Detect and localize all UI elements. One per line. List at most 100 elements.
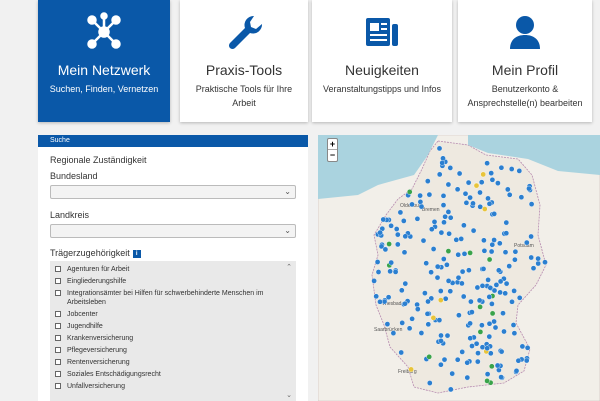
map-marker[interactable] bbox=[467, 194, 473, 201]
map-marker[interactable] bbox=[374, 259, 381, 265]
map-marker[interactable] bbox=[439, 160, 445, 166]
map-marker[interactable] bbox=[409, 315, 415, 322]
map-marker[interactable] bbox=[516, 294, 523, 301]
map-marker[interactable] bbox=[495, 180, 501, 186]
map-marker[interactable] bbox=[503, 230, 510, 236]
map-marker[interactable] bbox=[428, 269, 434, 275]
map-marker[interactable] bbox=[476, 297, 483, 304]
map-marker[interactable] bbox=[535, 255, 541, 262]
checkbox[interactable] bbox=[55, 290, 61, 296]
map-marker[interactable] bbox=[455, 251, 461, 258]
landkreis-select[interactable]: ⌄ bbox=[50, 224, 296, 238]
map-marker[interactable] bbox=[426, 191, 433, 198]
traeger-option[interactable]: Unfallversicherung bbox=[50, 382, 296, 391]
map-marker[interactable] bbox=[440, 155, 446, 162]
map-marker[interactable] bbox=[498, 164, 505, 171]
map-marker[interactable] bbox=[397, 209, 404, 216]
traeger-option[interactable]: Agenturen für Arbeit bbox=[50, 265, 296, 274]
map-marker[interactable] bbox=[464, 359, 470, 366]
map-marker[interactable] bbox=[513, 367, 520, 374]
tile-praxis-tools[interactable]: Praxis-Tools Praktische Tools für Ihre A… bbox=[180, 0, 308, 122]
map-marker[interactable] bbox=[434, 274, 441, 281]
map-marker[interactable] bbox=[510, 322, 517, 328]
map-marker[interactable] bbox=[502, 249, 509, 255]
map-marker[interactable] bbox=[380, 216, 387, 223]
map-marker[interactable] bbox=[445, 209, 452, 215]
map-marker[interactable] bbox=[388, 223, 394, 229]
map-marker[interactable] bbox=[425, 178, 431, 184]
tile-mein-profil[interactable]: Mein Profil Benutzerkonto & Ansprechstel… bbox=[458, 0, 592, 122]
map-marker[interactable] bbox=[498, 374, 504, 380]
map-marker[interactable] bbox=[528, 233, 534, 240]
map-marker[interactable] bbox=[424, 310, 431, 317]
map-marker[interactable] bbox=[418, 330, 425, 336]
map-marker[interactable] bbox=[473, 182, 480, 189]
map-marker[interactable] bbox=[438, 229, 445, 236]
map-marker[interactable] bbox=[422, 290, 428, 296]
map-marker[interactable] bbox=[511, 330, 518, 336]
map-marker[interactable] bbox=[497, 289, 503, 296]
map-marker[interactable] bbox=[512, 256, 518, 263]
map-marker[interactable] bbox=[486, 333, 493, 340]
map-marker[interactable] bbox=[453, 237, 460, 243]
traeger-option[interactable]: Soziales Entschädigungsrecht bbox=[50, 370, 296, 379]
map-marker[interactable] bbox=[477, 329, 484, 335]
map-marker[interactable] bbox=[473, 340, 480, 347]
map-marker[interactable] bbox=[485, 277, 491, 283]
checkbox[interactable] bbox=[55, 371, 61, 377]
map-marker[interactable] bbox=[423, 260, 429, 266]
map-marker[interactable] bbox=[449, 370, 455, 377]
map-marker[interactable] bbox=[495, 267, 502, 274]
map-marker[interactable] bbox=[441, 256, 447, 262]
map-marker[interactable] bbox=[440, 193, 447, 199]
map-view[interactable]: Oldenburg Bremen Potsdam Wiesbaden Saarb… bbox=[318, 135, 600, 401]
map-marker[interactable] bbox=[390, 330, 397, 336]
map-marker[interactable] bbox=[503, 280, 510, 287]
map-marker[interactable] bbox=[462, 190, 469, 197]
traeger-option[interactable]: Jugendhilfe bbox=[50, 322, 296, 331]
map-marker[interactable] bbox=[480, 266, 487, 272]
map-marker[interactable] bbox=[456, 170, 463, 177]
map-marker[interactable] bbox=[528, 254, 534, 261]
traeger-option[interactable]: Jobcenter bbox=[50, 310, 296, 319]
map-marker[interactable] bbox=[491, 287, 498, 294]
map-marker[interactable] bbox=[371, 278, 377, 284]
map-marker[interactable] bbox=[500, 310, 506, 316]
map-marker[interactable] bbox=[401, 218, 407, 224]
map-marker[interactable] bbox=[461, 222, 467, 229]
traeger-option[interactable]: Krankenversicherung bbox=[50, 334, 296, 343]
map-marker[interactable] bbox=[467, 250, 473, 256]
map-marker[interactable] bbox=[387, 268, 393, 275]
map-marker[interactable] bbox=[488, 363, 495, 370]
map-marker[interactable] bbox=[442, 213, 448, 220]
map-marker[interactable] bbox=[468, 298, 474, 305]
checkbox[interactable] bbox=[55, 359, 61, 365]
map-marker[interactable] bbox=[399, 287, 405, 294]
map-marker[interactable] bbox=[454, 186, 461, 193]
map-marker[interactable] bbox=[447, 288, 454, 294]
scroll-down-icon[interactable]: ⌄ bbox=[286, 391, 292, 399]
map-marker[interactable] bbox=[485, 195, 491, 202]
map-marker[interactable] bbox=[445, 181, 452, 188]
map-marker[interactable] bbox=[459, 268, 466, 275]
map-marker[interactable] bbox=[442, 295, 449, 302]
map-marker[interactable] bbox=[393, 226, 400, 232]
map-marker[interactable] bbox=[409, 201, 415, 208]
map-marker[interactable] bbox=[504, 186, 511, 193]
bundesland-select[interactable]: ⌄ bbox=[50, 185, 296, 199]
map-marker[interactable] bbox=[489, 177, 496, 183]
map-marker[interactable] bbox=[438, 361, 444, 368]
map-marker[interactable] bbox=[425, 298, 431, 305]
map-marker[interactable] bbox=[486, 201, 493, 207]
map-marker[interactable] bbox=[392, 269, 399, 275]
traeger-option[interactable]: Pflegeversicherung bbox=[50, 346, 296, 355]
map-marker[interactable] bbox=[377, 298, 383, 305]
map-marker[interactable] bbox=[441, 219, 447, 226]
tile-neuigkeiten[interactable]: Neuigkeiten Veranstaltungstipps und Info… bbox=[312, 0, 452, 122]
map-marker[interactable] bbox=[395, 231, 401, 238]
map-marker[interactable] bbox=[427, 380, 433, 386]
map-marker[interactable] bbox=[431, 219, 438, 225]
map-marker[interactable] bbox=[503, 219, 510, 226]
map-marker[interactable] bbox=[399, 320, 405, 326]
checkbox[interactable] bbox=[55, 323, 61, 329]
